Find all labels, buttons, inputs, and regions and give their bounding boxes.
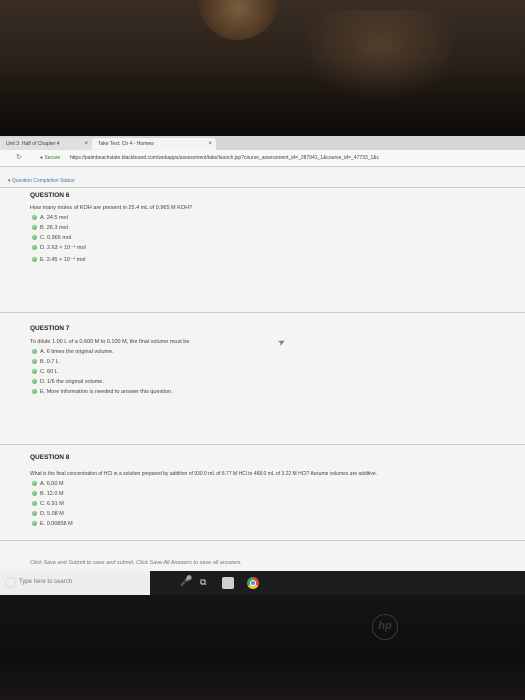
q6-option-c[interactable]: C. 0.965 mol — [32, 233, 71, 242]
radio-button[interactable] — [32, 491, 37, 496]
radio-button[interactable] — [32, 245, 37, 250]
mouse-cursor-icon: ➤ — [275, 335, 288, 349]
microphone-icon[interactable]: 🎤 — [180, 576, 192, 588]
q7-option-e[interactable]: E. More information is needed to answer … — [32, 387, 173, 396]
windows-taskbar: Type here to search 🎤 ⧉ — [0, 571, 525, 595]
radio-button[interactable] — [32, 521, 37, 526]
divider — [0, 187, 525, 188]
q7-option-d[interactable]: D. 1/6 the original volume. — [32, 377, 104, 386]
radio-button[interactable] — [32, 389, 37, 394]
tab-label: Unit 3: Half of Chapter 4 — [6, 141, 60, 147]
radio-button[interactable] — [32, 235, 37, 240]
tab-take-test[interactable]: Take Test: Ch 4 - Homew × — [92, 138, 216, 150]
radio-button[interactable] — [32, 359, 37, 364]
task-view-icon[interactable]: ⧉ — [200, 577, 212, 589]
divider — [0, 312, 525, 313]
monitor-bezel — [0, 595, 525, 700]
question-6-text: How many moles of KOH are present in 25.… — [30, 205, 193, 211]
radio-button[interactable] — [32, 257, 37, 262]
tab-unit3[interactable]: Unit 3: Half of Chapter 4 × — [0, 138, 92, 150]
q8-option-b[interactable]: B. 12.0 M — [32, 489, 64, 498]
test-page: ▾ Question Completion Status: QUESTION 6… — [0, 167, 525, 571]
lamp-glow — [300, 10, 460, 100]
url-field[interactable]: https://palmbeachstate.blackboard.com/we… — [70, 155, 379, 161]
close-icon[interactable]: × — [208, 138, 212, 150]
q7-option-a[interactable]: A. 6 times the original volume. — [32, 347, 114, 356]
q6-option-e[interactable]: E. 2.45 × 10⁻⁴ mol — [32, 255, 85, 264]
secure-label: Secure — [44, 155, 61, 161]
radio-button[interactable] — [32, 215, 37, 220]
wall-clock — [198, 0, 278, 40]
question-completion-status[interactable]: ▾ Question Completion Status: — [8, 178, 76, 184]
chrome-icon[interactable] — [247, 577, 259, 589]
hp-logo-icon: hp — [372, 614, 398, 640]
radio-button[interactable] — [32, 369, 37, 374]
taskbar-search-input[interactable]: Type here to search — [0, 571, 150, 595]
question-7-text: To dilute 1.00 L of a 0.600 M to 0.100 M… — [30, 339, 190, 345]
question-8-title: QUESTION 8 — [30, 454, 70, 461]
q8-option-c[interactable]: C. 6.91 M — [32, 499, 64, 508]
address-bar: ↻ ● Secure https://palmbeachstate.blackb… — [0, 150, 525, 167]
secure-lock[interactable]: ● Secure — [40, 155, 60, 161]
search-placeholder: Type here to search — [19, 579, 73, 585]
lock-icon: ● — [40, 155, 44, 161]
monitor-screen: Unit 3: Half of Chapter 4 × Take Test: C… — [0, 136, 525, 595]
radio-button[interactable] — [32, 481, 37, 486]
question-8-text: What is the final concentration of HCl i… — [30, 471, 378, 477]
radio-button[interactable] — [32, 225, 37, 230]
close-icon[interactable]: × — [84, 138, 88, 150]
q6-option-b[interactable]: B. 26.3 mol — [32, 223, 68, 232]
divider — [0, 444, 525, 445]
q7-option-c[interactable]: C. 60 L — [32, 367, 58, 376]
submit-instructions: Click Save and Submit to save and submit… — [30, 560, 242, 566]
radio-button[interactable] — [32, 501, 37, 506]
q8-option-d[interactable]: D. 5.08 M — [32, 509, 64, 518]
q8-option-a[interactable]: A. 6.00 M — [32, 479, 64, 488]
radio-button[interactable] — [32, 349, 37, 354]
tab-label: Take Test: Ch 4 - Homew — [98, 141, 154, 147]
q8-option-e[interactable]: E. 0.00858 M — [32, 519, 73, 528]
question-6-title: QUESTION 6 — [30, 192, 70, 199]
divider — [0, 540, 525, 541]
browser-tab-bar: Unit 3: Half of Chapter 4 × Take Test: C… — [0, 136, 525, 150]
q6-option-a[interactable]: A. 24.5 mol — [32, 213, 68, 222]
reload-icon[interactable]: ↻ — [16, 153, 22, 161]
radio-button[interactable] — [32, 379, 37, 384]
room-background — [0, 0, 525, 135]
question-7-title: QUESTION 7 — [30, 325, 70, 332]
store-icon[interactable] — [222, 577, 234, 589]
q7-option-b[interactable]: B. 0.7 L — [32, 357, 59, 366]
cortana-icon[interactable] — [5, 577, 16, 588]
q6-option-d[interactable]: D. 2.63 × 10⁻⁴ mol — [32, 243, 86, 252]
radio-button[interactable] — [32, 511, 37, 516]
